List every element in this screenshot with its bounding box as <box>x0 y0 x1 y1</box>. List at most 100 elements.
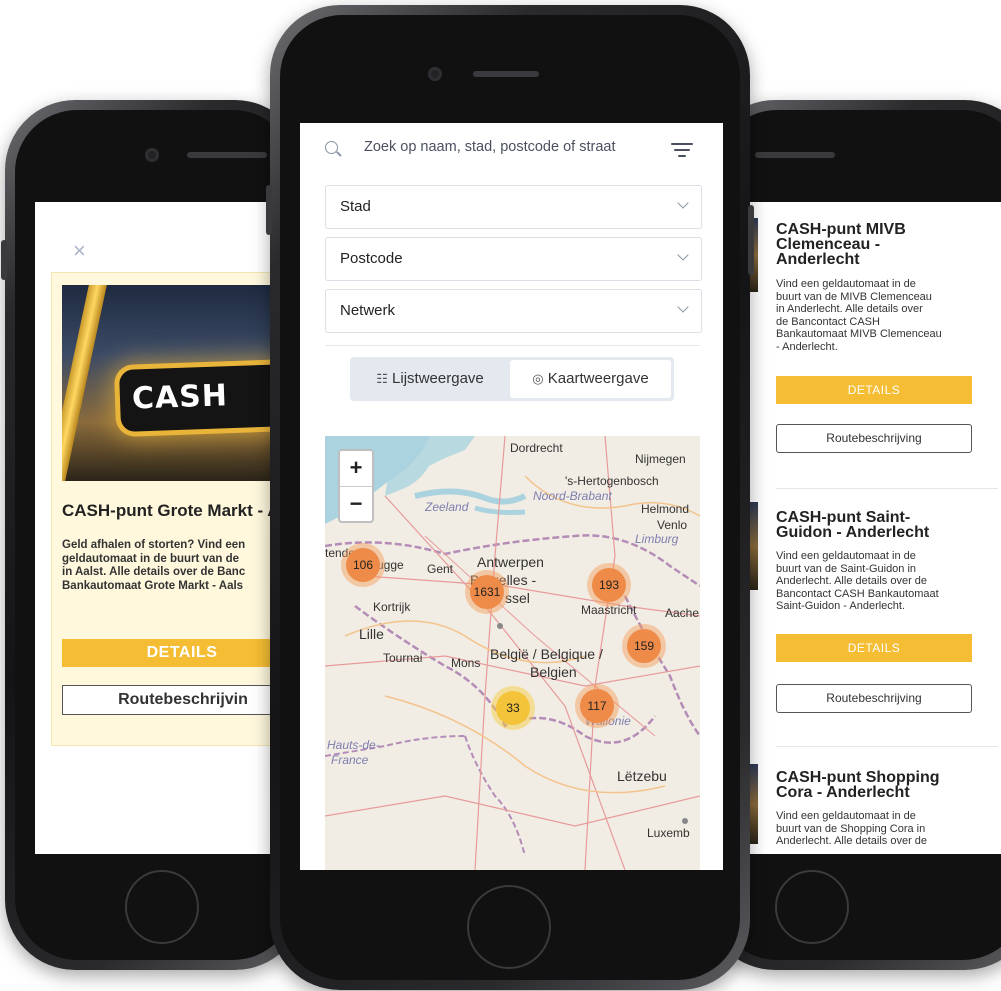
list-item-title[interactable]: CASH-punt MIVB Clemenceau - Anderlecht <box>776 221 976 268</box>
description-line: Vind een geldautomaat in de <box>776 550 916 562</box>
city-select[interactable]: Stad <box>325 185 702 229</box>
road <box>384 495 626 870</box>
map-label: Lëtzebu <box>617 768 667 784</box>
card-description-line: in Aalst. Alle details over de Banc <box>62 566 246 578</box>
map-cluster-marker[interactable]: 1631 <box>465 570 509 614</box>
description-line: Vind een geldautomaat in de <box>776 810 916 822</box>
details-button[interactable]: DETAILS <box>62 639 280 667</box>
map-label: Kortrijk <box>373 600 411 614</box>
map-label: Noord-Brabant <box>533 489 612 503</box>
zoom-control: + − <box>338 449 374 523</box>
list-view-label: Lijstweergave <box>392 370 484 387</box>
list-item-description: Vind een geldautomaat in de buurt van de… <box>776 550 976 613</box>
phone-side-button <box>748 205 754 275</box>
details-button[interactable]: DETAILS <box>776 376 972 404</box>
map-label: Hauts-de- <box>327 738 380 752</box>
map-view-button[interactable]: ◎ Kaartweergave <box>510 360 671 398</box>
home-button[interactable] <box>125 870 199 944</box>
road <box>325 795 700 827</box>
list-item-description: Vind een geldautomaat in de buurt van de… <box>776 810 976 848</box>
filter-icon[interactable] <box>671 143 693 157</box>
city-select-label: Stad <box>340 198 371 215</box>
network-select-label: Netwerk <box>340 302 396 319</box>
map-cluster-marker[interactable]: 106 <box>341 543 385 587</box>
phone-side-button <box>1 240 7 280</box>
description-line: in Anderlecht. Alle details over <box>776 303 923 315</box>
cash-sign: CASH <box>118 364 280 432</box>
map-label: België / Belgique / <box>490 646 603 662</box>
zoom-in-button[interactable]: + <box>340 451 372 487</box>
description-line: buurt van de Saint-Guidon in <box>776 562 917 575</box>
card-description-line: Geld afhalen of storten? Vind een <box>62 539 246 551</box>
map-label: Aache <box>665 606 700 620</box>
map-cluster-marker[interactable]: 117 <box>575 684 619 728</box>
network-select[interactable]: Netwerk <box>325 289 702 333</box>
home-button[interactable] <box>775 870 849 944</box>
cluster-count: 159 <box>627 629 661 663</box>
map-label: Belgien <box>530 664 577 680</box>
list-item: CASH-punt Shopping Cora - Anderlecht Vin… <box>750 752 1001 854</box>
city-dot <box>682 818 688 824</box>
postcode-select[interactable]: Postcode <box>325 237 702 281</box>
list-item-title-line: CASH-punt MIVB <box>776 221 906 238</box>
list-icon: ☷ <box>376 371 388 386</box>
card-description: Geld afhalen of storten? Vind een geldau… <box>62 539 280 593</box>
filter-line <box>674 149 690 151</box>
list-item-title-line: Guidon - Anderlecht <box>776 524 930 541</box>
list-item-thumbnail <box>750 502 758 590</box>
map-cluster-marker[interactable]: 33 <box>491 686 535 730</box>
map-label: Dordrecht <box>510 441 563 455</box>
route-button[interactable]: Routebeschrijving <box>776 684 972 713</box>
list-view-button[interactable]: ☷ Lijstweergave <box>353 360 507 398</box>
list-item-title[interactable]: CASH-punt Saint- Guidon - Anderlecht <box>776 510 976 541</box>
description-line: Vind een geldautomaat in de <box>776 278 916 290</box>
speaker-grille <box>187 152 267 158</box>
map[interactable]: + − Dordrecht Nijmegen 's-Hertogenbosch … <box>325 436 700 870</box>
map-label: Zeeland <box>425 500 469 514</box>
camera-icon <box>145 148 159 162</box>
route-button[interactable]: Routebeschrijving <box>776 424 972 453</box>
description-line: - Anderlecht. <box>776 340 838 353</box>
chevron-down-icon <box>677 249 689 261</box>
map-label: Helmond <box>641 502 690 516</box>
right-screen: CASH-punt MIVB Clemenceau - Anderlecht V… <box>750 202 1001 854</box>
card-description-line: Bankautomaat Grote Markt - Aals <box>62 579 244 592</box>
speaker-grille <box>473 71 539 77</box>
close-icon[interactable]: × <box>73 240 86 262</box>
card-title[interactable]: CASH-punt Grote Markt - A <box>62 501 280 521</box>
center-screen: Stad Postcode Netwerk ☷ Lijstweergave ◎ … <box>300 123 723 870</box>
phone-side-button <box>266 185 272 235</box>
map-label: Gent <box>427 562 454 576</box>
home-button[interactable] <box>467 885 551 969</box>
filter-line <box>678 155 686 157</box>
search-icon <box>325 141 338 154</box>
map-label: Tournai <box>383 651 423 665</box>
zoom-out-button[interactable]: − <box>340 487 372 522</box>
map-label: France <box>331 753 369 767</box>
list-item-description: Vind een geldautomaat in de buurt van de… <box>776 278 976 353</box>
center-phone: Stad Postcode Netwerk ☷ Lijstweergave ◎ … <box>266 5 754 990</box>
search-input[interactable] <box>364 139 664 155</box>
filter-line <box>671 143 693 145</box>
list-item-title-line: Cora - Anderlecht <box>776 784 910 801</box>
description-line: Saint-Guidon - Anderlecht. <box>776 600 906 612</box>
map-view-label: Kaartweergave <box>547 370 649 387</box>
cash-sign-image: CASH <box>62 285 280 481</box>
border-line <box>464 735 526 857</box>
chevron-down-icon <box>677 301 689 313</box>
description-line: de Bancontact CASH <box>776 315 880 328</box>
list-item-title-line: CASH-punt Shopping <box>776 769 940 786</box>
city-dot <box>497 623 503 629</box>
description-line: Anderlecht. Alle details over de <box>776 835 928 847</box>
details-button[interactable]: DETAILS <box>776 634 972 662</box>
route-button[interactable]: Routebeschrijvin <box>62 685 280 715</box>
map-cluster-marker[interactable]: 193 <box>587 563 631 607</box>
location-pin-icon: ◎ <box>532 371 544 386</box>
description-line: Anderlecht. Alle details over de <box>776 575 928 587</box>
view-toggle: ☷ Lijstweergave ◎ Kaartweergave <box>350 357 674 401</box>
map-cluster-marker[interactable]: 159 <box>622 624 666 668</box>
list-item-title[interactable]: CASH-punt Shopping Cora - Anderlecht <box>776 769 976 801</box>
river <box>474 505 526 515</box>
description-line: buurt van de Shopping Cora in <box>776 822 926 835</box>
description-line: buurt van de MIVB Clemenceau <box>776 290 932 303</box>
